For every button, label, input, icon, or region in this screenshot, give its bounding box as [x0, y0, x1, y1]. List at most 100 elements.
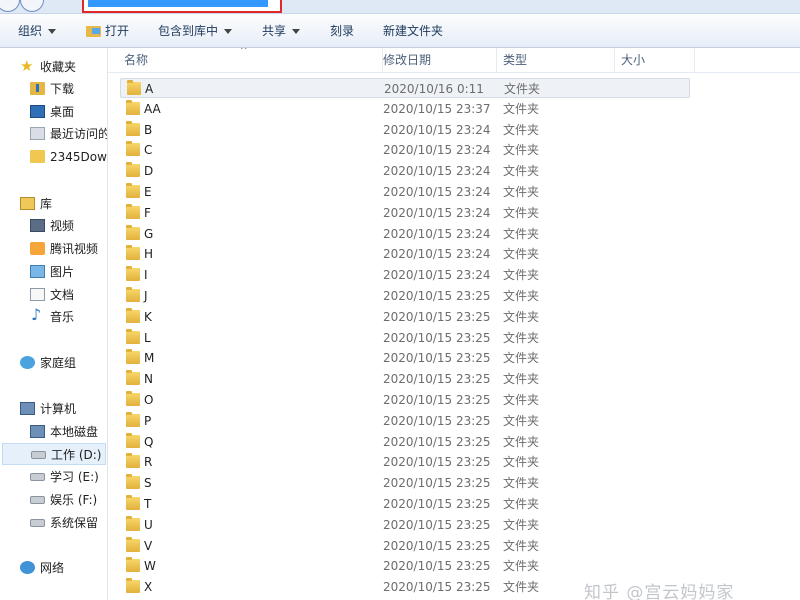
- file-row[interactable]: E 2020/10/15 23:24 文件夹: [120, 182, 690, 202]
- file-row[interactable]: B 2020/10/15 23:24 文件夹: [120, 120, 690, 140]
- folder-icon: [126, 203, 140, 219]
- file-row[interactable]: I 2020/10/15 23:24 文件夹: [120, 265, 690, 285]
- folder-icon: [126, 266, 140, 282]
- file-type: 文件夹: [503, 538, 540, 553]
- column-header-date[interactable]: 修改日期: [377, 48, 497, 73]
- column-header-size[interactable]: 大小: [615, 48, 695, 73]
- nav-homegroup-label: 家庭组: [40, 356, 77, 370]
- file-date: 2020/10/15 23:25: [383, 351, 491, 366]
- new-folder-button[interactable]: 新建文件夹: [383, 14, 443, 48]
- forward-button[interactable]: [20, 0, 44, 12]
- column-size-label: 大小: [621, 53, 646, 67]
- organize-menu-button[interactable]: 组织: [18, 14, 57, 48]
- nav-computer-label: 计算机: [40, 402, 77, 416]
- file-date: 2020/10/15 23:25: [383, 289, 491, 303]
- file-date: 2020/10/15 23:24: [383, 122, 491, 137]
- file-row[interactable]: C 2020/10/15 23:24 文件夹: [120, 140, 690, 160]
- file-date: 2020/10/15 23:25: [383, 538, 491, 553]
- file-type: 文件夹: [503, 434, 540, 449]
- file-type: 文件夹: [503, 372, 540, 387]
- nav-study-drive-label: 学习 (E:): [50, 470, 99, 484]
- chevron-down-icon: [224, 29, 233, 34]
- file-type: 文件夹: [503, 476, 540, 491]
- burn-button[interactable]: 刻录: [330, 14, 354, 48]
- file-type: 文件夹: [503, 309, 540, 324]
- file-row[interactable]: D 2020/10/15 23:24 文件夹: [120, 161, 690, 181]
- organize-label: 组织: [18, 24, 43, 38]
- file-type: 文件夹: [503, 143, 540, 158]
- folder-icon: [126, 370, 140, 386]
- file-row[interactable]: W 2020/10/15 23:25 文件夹: [120, 556, 690, 576]
- back-button[interactable]: [0, 0, 20, 12]
- file-row[interactable]: N 2020/10/15 23:25 文件夹: [120, 369, 690, 389]
- folder-icon: [126, 411, 140, 427]
- nav-system-reserved-label: 系统保留: [50, 516, 99, 530]
- download-folder-icon: [30, 82, 45, 95]
- file-type: 文件夹: [503, 580, 540, 595]
- file-name: E: [144, 185, 152, 199]
- column-header-name[interactable]: 名称: [118, 48, 383, 73]
- file-row[interactable]: U 2020/10/15 23:25 文件夹: [120, 515, 690, 535]
- file-row[interactable]: G 2020/10/15 23:24 文件夹: [120, 224, 690, 244]
- nav-local-disk-label: 本地磁盘: [50, 425, 99, 439]
- file-type: 文件夹: [503, 351, 540, 366]
- file-row[interactable]: J 2020/10/15 23:25 文件夹: [120, 286, 690, 306]
- column-type-label: 类型: [503, 53, 528, 67]
- file-name: T: [144, 497, 152, 511]
- folder-icon: [126, 183, 140, 198]
- folder-icon: [126, 245, 140, 261]
- file-type: 文件夹: [503, 330, 540, 345]
- file-date: 2020/10/15 23:24: [383, 185, 491, 199]
- file-row[interactable]: AA 2020/10/15 23:37 文件夹: [120, 99, 690, 119]
- folder-icon: [126, 307, 140, 323]
- file-name: I: [144, 268, 148, 283]
- column-name-label: 名称: [124, 53, 149, 67]
- file-type: 文件夹: [503, 497, 540, 511]
- file-row[interactable]: S 2020/10/15 23:25 文件夹: [120, 473, 690, 493]
- folder-icon: [126, 224, 140, 240]
- system-drive-icon: [30, 425, 45, 438]
- file-date: 2020/10/15 23:25: [383, 309, 491, 324]
- watermark: 知乎 @宫云妈妈家: [584, 583, 735, 600]
- nav-work-drive[interactable]: 工作 (D:): [2, 443, 106, 465]
- column-header-type[interactable]: 类型: [497, 48, 615, 73]
- file-date: 2020/10/15 23:25: [383, 476, 491, 491]
- share-button[interactable]: 共享: [262, 14, 301, 48]
- computer-icon: [20, 402, 35, 415]
- file-row[interactable]: K 2020/10/15 23:25 文件夹: [120, 307, 690, 327]
- folder-icon: [126, 536, 140, 552]
- file-row[interactable]: F 2020/10/15 23:24 文件夹: [120, 203, 690, 223]
- folder-icon: [126, 515, 140, 531]
- file-row[interactable]: T 2020/10/15 23:25 文件夹: [120, 494, 690, 514]
- tencent-video-icon: [30, 242, 45, 255]
- file-row[interactable]: M 2020/10/15 23:25 文件夹: [120, 348, 690, 368]
- music-note-icon: [30, 304, 45, 326]
- file-type: 文件夹: [503, 268, 540, 283]
- file-date: 2020/10/15 23:25: [383, 434, 491, 449]
- file-row[interactable]: Q 2020/10/15 23:25 文件夹: [120, 432, 690, 452]
- file-row[interactable]: L 2020/10/15 23:25 文件夹: [120, 328, 690, 348]
- file-name: G: [144, 226, 154, 241]
- file-date: 2020/10/15 23:25: [383, 580, 491, 595]
- nav-work-drive-label: 工作 (D:): [51, 448, 102, 462]
- file-row[interactable]: H 2020/10/15 23:24 文件夹: [120, 244, 690, 264]
- file-row[interactable]: A 2020/10/16 0:11 文件夹: [120, 78, 690, 98]
- open-button[interactable]: 打开: [86, 14, 129, 48]
- include-in-library-button[interactable]: 包含到库中: [158, 14, 233, 48]
- folder-icon: [126, 141, 140, 157]
- file-date: 2020/10/15 23:25: [383, 517, 491, 532]
- file-row[interactable]: P 2020/10/15 23:25 文件夹: [120, 411, 690, 431]
- file-row[interactable]: O 2020/10/15 23:25 文件夹: [120, 390, 690, 410]
- file-type: 文件夹: [504, 82, 541, 96]
- navigation-pane: 收藏夹 下载 桌面 最近访问的 2345Dow 库 视频 腾讯视频 图片 文档 …: [0, 48, 108, 600]
- file-name: L: [144, 330, 151, 345]
- address-bar[interactable]: [82, 0, 282, 13]
- address-strip: [0, 0, 800, 14]
- chevron-down-icon: [48, 29, 57, 34]
- nav-recent-label: 最近访问的: [50, 127, 108, 141]
- file-row[interactable]: R 2020/10/15 23:25 文件夹: [120, 452, 690, 472]
- file-name: O: [144, 393, 154, 407]
- file-row[interactable]: V 2020/10/15 23:25 文件夹: [120, 536, 690, 556]
- library-icon: [20, 197, 35, 210]
- nav-tencent-video-label: 腾讯视频: [50, 242, 99, 256]
